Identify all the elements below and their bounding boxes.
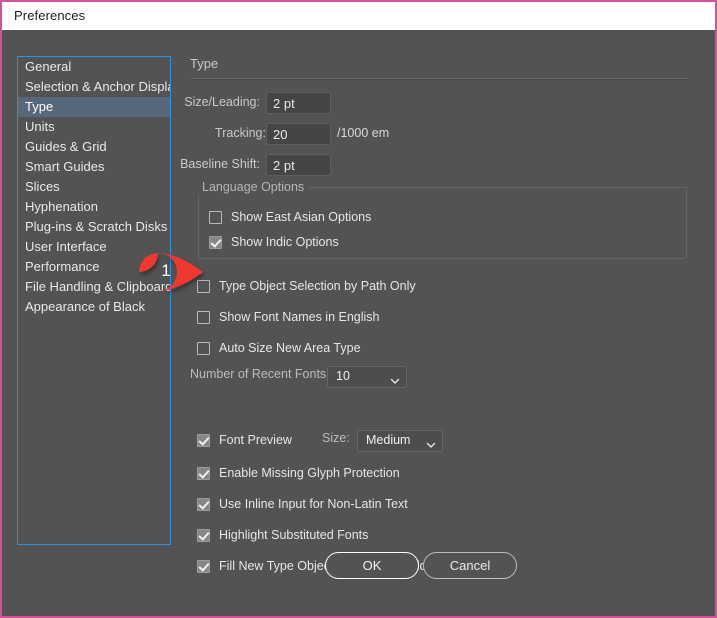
checkbox-use-inline-input-for-non-latin-text[interactable]: Use Inline Input for Non-Latin Text bbox=[197, 495, 408, 513]
checkbox-box[interactable] bbox=[197, 434, 210, 447]
sidebar-item-file-handling-clipboard[interactable]: File Handling & Clipboard bbox=[18, 277, 170, 297]
titlebar: Preferences bbox=[2, 2, 715, 30]
preferences-category-list[interactable]: General Selection & Anchor Display Type … bbox=[17, 56, 171, 545]
sidebar-item-slices[interactable]: Slices bbox=[18, 177, 170, 197]
checkbox-box[interactable] bbox=[197, 280, 210, 293]
checkbox-label: Highlight Substituted Fonts bbox=[219, 528, 368, 542]
field-size-leading: Size/Leading: bbox=[190, 92, 410, 114]
section-title: Type bbox=[190, 56, 218, 71]
checkbox-box[interactable] bbox=[197, 529, 210, 542]
baseline-shift-label: Baseline Shift: bbox=[180, 157, 260, 171]
checkbox-show-font-names-in-english[interactable]: Show Font Names in English bbox=[197, 308, 380, 326]
sidebar-item-type[interactable]: Type bbox=[18, 97, 170, 117]
font-preview-size-value: Medium bbox=[366, 433, 410, 447]
checkbox-highlight-substituted-fonts[interactable]: Highlight Substituted Fonts bbox=[197, 526, 368, 544]
preferences-dialog: Preferences General Selection & Anchor D… bbox=[0, 0, 717, 618]
checkbox-box[interactable] bbox=[197, 311, 210, 324]
recent-fonts-label: Number of Recent Fonts: bbox=[190, 367, 330, 381]
sidebar-item-guides-grid[interactable]: Guides & Grid bbox=[18, 137, 170, 157]
sidebar-item-units[interactable]: Units bbox=[18, 117, 170, 137]
dialog-body: General Selection & Anchor Display Type … bbox=[2, 30, 715, 616]
checkbox-show-east-asian-options[interactable]: Show East Asian Options bbox=[209, 208, 371, 226]
checkbox-auto-size-new-area-type[interactable]: Auto Size New Area Type bbox=[197, 339, 361, 357]
checkbox-label: Enable Missing Glyph Protection bbox=[219, 466, 400, 480]
cancel-button[interactable]: Cancel bbox=[423, 552, 517, 579]
checkbox-enable-missing-glyph-protection[interactable]: Enable Missing Glyph Protection bbox=[197, 464, 400, 482]
ok-button[interactable]: OK bbox=[325, 552, 419, 579]
sidebar-item-user-interface[interactable]: User Interface bbox=[18, 237, 170, 257]
checkbox-box[interactable] bbox=[197, 342, 210, 355]
sidebar-item-hyphenation[interactable]: Hyphenation bbox=[18, 197, 170, 217]
sidebar-item-smart-guides[interactable]: Smart Guides bbox=[18, 157, 170, 177]
field-baseline-shift: Baseline Shift: bbox=[190, 154, 410, 176]
checkbox-font-preview[interactable]: Font Preview bbox=[197, 431, 292, 449]
font-preview-size-select[interactable]: Medium bbox=[357, 430, 443, 452]
checkbox-label: Show Indic Options bbox=[231, 235, 339, 249]
field-tracking: Tracking: /1000 em bbox=[190, 123, 490, 145]
window-title: Preferences bbox=[14, 8, 85, 23]
checkbox-label: Font Preview bbox=[219, 433, 292, 447]
sidebar-item-plugins-scratch-disks[interactable]: Plug-ins & Scratch Disks bbox=[18, 217, 170, 237]
font-preview-size-label: Size: bbox=[322, 431, 350, 445]
type-preferences-pane: Type Size/Leading: Tracking: /1000 em Ba… bbox=[190, 56, 690, 556]
checkbox-label: Show East Asian Options bbox=[231, 210, 371, 224]
baseline-shift-input[interactable] bbox=[266, 154, 331, 176]
recent-fonts-value: 10 bbox=[336, 369, 350, 383]
tracking-label: Tracking: bbox=[215, 126, 266, 140]
size-leading-input[interactable] bbox=[266, 92, 331, 114]
checkbox-box[interactable] bbox=[209, 211, 222, 224]
language-options-title: Language Options bbox=[198, 180, 308, 194]
checkbox-label: Use Inline Input for Non-Latin Text bbox=[219, 497, 408, 511]
checkbox-box[interactable] bbox=[197, 560, 210, 573]
recent-fonts-select[interactable]: 10 bbox=[327, 366, 407, 388]
chevron-down-icon bbox=[426, 437, 435, 446]
checkbox-type-object-selection-by-path-only[interactable]: Type Object Selection by Path Only bbox=[197, 277, 416, 295]
checkbox-label: Auto Size New Area Type bbox=[219, 341, 361, 355]
checkbox-box[interactable] bbox=[197, 467, 210, 480]
sidebar-item-performance[interactable]: Performance bbox=[18, 257, 170, 277]
checkbox-show-indic-options[interactable]: Show Indic Options bbox=[209, 233, 339, 251]
sidebar-item-selection-anchor-display[interactable]: Selection & Anchor Display bbox=[18, 77, 170, 97]
checkbox-label: Show Font Names in English bbox=[219, 310, 380, 324]
checkbox-label: Type Object Selection by Path Only bbox=[219, 279, 416, 293]
checkbox-box[interactable] bbox=[197, 498, 210, 511]
section-divider bbox=[190, 78, 687, 80]
checkbox-box[interactable] bbox=[209, 236, 222, 249]
size-leading-label: Size/Leading: bbox=[184, 95, 260, 109]
chevron-down-icon bbox=[390, 373, 399, 382]
tracking-input[interactable] bbox=[266, 123, 331, 145]
sidebar-item-appearance-of-black[interactable]: Appearance of Black bbox=[18, 297, 170, 317]
sidebar-item-general[interactable]: General bbox=[18, 57, 170, 77]
tracking-unit-label: /1000 em bbox=[337, 126, 389, 140]
